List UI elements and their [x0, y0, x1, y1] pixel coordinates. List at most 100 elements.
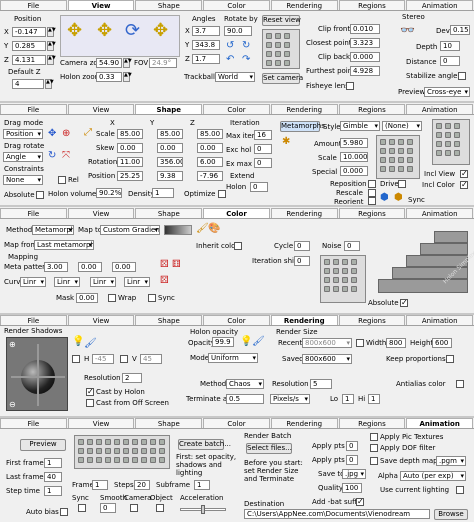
y-spinner[interactable]: ▲▼ — [47, 41, 56, 51]
preset-thumb[interactable] — [114, 448, 120, 454]
curve-2-select[interactable]: Linr — [54, 277, 80, 287]
preset-thumb[interactable] — [150, 457, 156, 463]
preset-thumb[interactable] — [275, 42, 281, 48]
tab-color[interactable]: Color — [203, 315, 270, 325]
mask-input[interactable]: 0.00 — [76, 293, 98, 303]
frame-input[interactable]: 1 — [92, 480, 108, 490]
tab-animation[interactable]: Animation — [406, 0, 474, 10]
angle-x-input[interactable]: 3.7 — [192, 26, 220, 36]
alpha-select[interactable]: Auto (per exp) — [400, 471, 466, 481]
target-icon[interactable]: ⊕ — [62, 129, 70, 139]
preset-thumb[interactable] — [275, 51, 281, 57]
first-frame-input[interactable]: 1 — [44, 458, 62, 468]
preset-thumb[interactable] — [141, 457, 147, 463]
preset-thumb[interactable] — [454, 150, 460, 156]
preset-thumb[interactable] — [398, 166, 404, 172]
preset-thumb[interactable] — [87, 448, 93, 454]
antialias-checkbox[interactable] — [456, 380, 464, 388]
preset-thumb[interactable] — [132, 457, 138, 463]
dice-icon[interactable]: ⚄ — [160, 260, 169, 270]
preset-thumb[interactable] — [333, 286, 339, 292]
preset-thumb[interactable] — [150, 448, 156, 454]
incl-view-checkbox[interactable] — [460, 169, 468, 178]
lo-input[interactable]: 1 — [342, 394, 354, 404]
smooth-input[interactable]: 0 — [100, 503, 116, 513]
preset-thumb[interactable] — [445, 123, 451, 129]
recent-checkbox[interactable] — [356, 339, 364, 347]
v-lock-checkbox[interactable] — [120, 355, 128, 363]
preset-thumb[interactable] — [105, 457, 111, 463]
tab-animation[interactable]: Animation — [406, 104, 474, 114]
preset-thumb[interactable] — [159, 439, 165, 445]
scale-x-input[interactable]: 85.00 — [117, 129, 143, 139]
preset-thumb[interactable] — [132, 439, 138, 445]
cast-off-screen-checkbox[interactable] — [86, 399, 94, 407]
gradient-swatch[interactable] — [164, 225, 192, 235]
preset-thumb[interactable] — [389, 157, 395, 163]
reorient-checkbox[interactable] — [368, 197, 376, 205]
palette-icon[interactable]: 🎨 — [208, 224, 220, 234]
preset-thumb[interactable] — [123, 457, 129, 463]
x-input[interactable]: -0.147 — [12, 27, 46, 37]
preset-thumb[interactable] — [407, 139, 413, 145]
keyframe-grid[interactable] — [74, 435, 170, 469]
preset-thumb[interactable] — [398, 148, 404, 154]
preset-thumb[interactable] — [333, 268, 339, 274]
incl-color-checkbox[interactable] — [460, 180, 468, 189]
preset-thumb[interactable] — [398, 157, 404, 163]
saved-select[interactable]: 800x600 — [302, 354, 352, 364]
apply-pts2-input[interactable]: 0 — [346, 455, 358, 465]
skew-z-input[interactable]: 0.00 — [197, 143, 223, 153]
preset-thumb[interactable] — [324, 259, 330, 265]
tab-regions[interactable]: Regions — [338, 104, 406, 114]
dev-input[interactable]: 0.15 — [450, 25, 470, 35]
density-input[interactable]: 1 — [152, 188, 174, 198]
rescale-checkbox[interactable] — [368, 189, 376, 197]
angle-z-input[interactable]: 1.7 — [192, 54, 220, 64]
mode-select[interactable]: Uniform — [208, 353, 258, 363]
move-tool-icon[interactable]: ✥ — [48, 129, 56, 139]
preset-thumb[interactable] — [398, 139, 404, 145]
preset-thumb[interactable] — [114, 457, 120, 463]
default-z-input[interactable]: 4 — [12, 79, 44, 89]
meta-pattern-1-input[interactable]: 3.00 — [44, 262, 68, 272]
preset-thumb[interactable] — [114, 439, 120, 445]
preset-thumb[interactable] — [342, 268, 348, 274]
h-input[interactable]: -45 — [92, 354, 114, 364]
select-files-button[interactable]: Select files... — [246, 443, 292, 454]
terminate-input[interactable]: 0.5 — [226, 394, 264, 404]
object-checkbox[interactable] — [156, 504, 164, 512]
tab-animation[interactable]: Animation — [406, 418, 474, 428]
holon-volume-input[interactable]: 90.2% — [96, 188, 122, 198]
preset-thumb[interactable] — [351, 259, 357, 265]
tab-regions[interactable]: Regions — [338, 0, 406, 10]
holon-zoom-spinner[interactable]: ▲▼ — [123, 72, 132, 82]
destination-input[interactable]: C:\Users\AppNee.com\Documents\Vienodream — [244, 509, 430, 519]
preset-thumb[interactable] — [407, 166, 413, 172]
tab-shape[interactable]: Shape — [135, 0, 203, 10]
scale-z-input[interactable]: 85.00 — [197, 129, 223, 139]
max-iter-input[interactable]: 16 — [254, 130, 272, 140]
preset-thumb[interactable] — [266, 42, 272, 48]
preset-thumb[interactable] — [96, 439, 102, 445]
tab-regions[interactable]: Regions — [338, 208, 406, 218]
opacity-input[interactable]: 99.9 — [212, 337, 234, 347]
preset-thumb[interactable] — [445, 132, 451, 138]
closest-point-input[interactable]: 3.323 — [350, 38, 380, 48]
preset-thumb[interactable] — [78, 457, 84, 463]
preset-thumb[interactable] — [275, 60, 281, 66]
tab-file[interactable]: File — [0, 0, 67, 10]
sync-checkbox[interactable] — [148, 294, 156, 302]
drive-checkbox[interactable] — [398, 180, 406, 188]
opacity-brush-icon[interactable]: 🖌 — [252, 337, 265, 347]
preset-thumb[interactable] — [324, 286, 330, 292]
preset-thumb[interactable] — [380, 157, 386, 163]
fisheye-checkbox[interactable] — [346, 82, 354, 90]
angle-y-input[interactable]: 343.8 — [192, 40, 220, 50]
reset-view-button[interactable]: Reset view — [262, 15, 301, 26]
constraints-select[interactable]: None — [3, 175, 43, 185]
style2-select[interactable]: (None) — [382, 121, 422, 131]
preset-thumb[interactable] — [436, 150, 442, 156]
preset-thumb[interactable] — [96, 457, 102, 463]
shape-presets-grid[interactable] — [432, 119, 470, 165]
